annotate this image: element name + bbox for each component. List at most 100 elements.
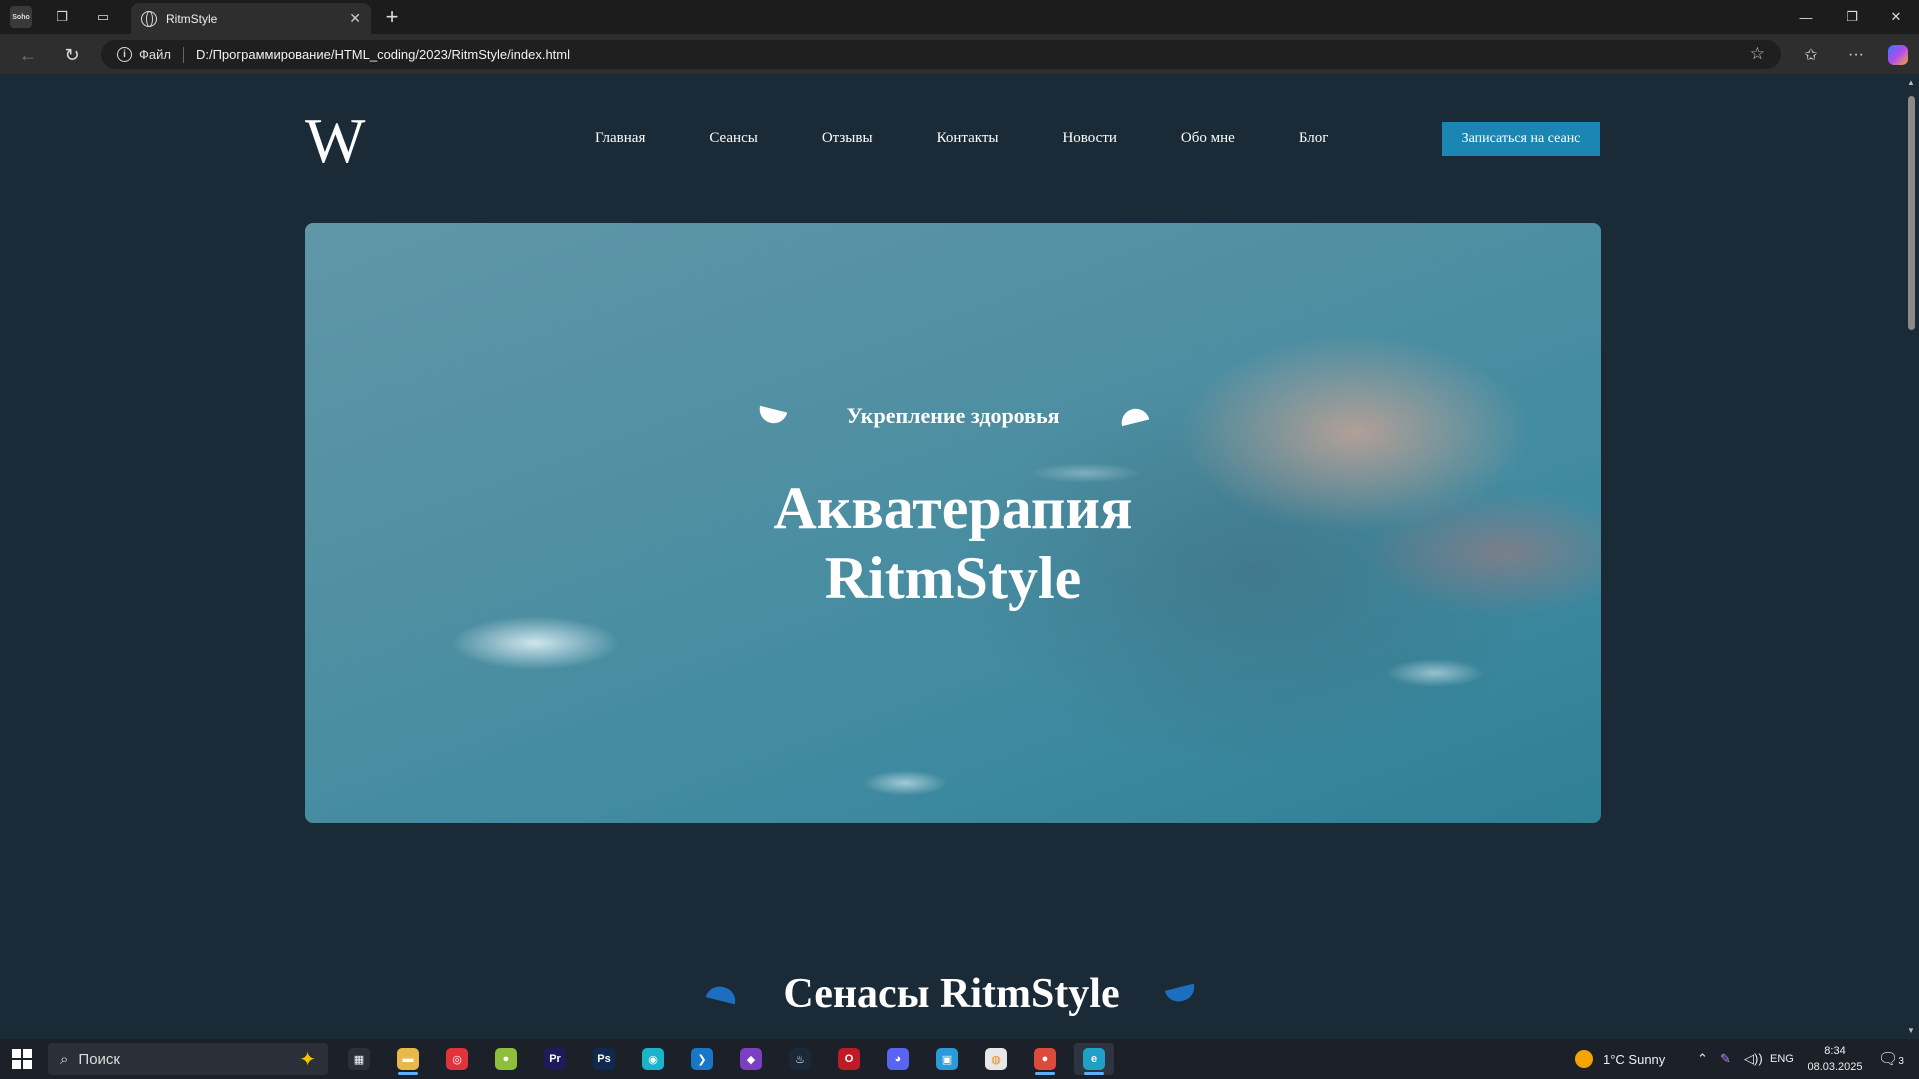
nav-link-about[interactable]: Обо мне xyxy=(1181,130,1235,147)
clock-time: 8:34 xyxy=(1824,1045,1846,1057)
premiere-pro-glyph: Pr xyxy=(544,1048,566,1070)
nav-link-reviews[interactable]: Отзывы xyxy=(822,130,873,147)
more-options-icon[interactable]: ··· xyxy=(1844,43,1868,67)
sun-icon xyxy=(1575,1050,1593,1068)
notification-count: 3 xyxy=(1898,1056,1904,1067)
taskbar-clock[interactable]: 8:34 08.03.2025 xyxy=(1805,1043,1865,1075)
book-session-button[interactable]: Записаться на сеанс xyxy=(1442,122,1600,156)
nav-link-blog[interactable]: Блог xyxy=(1299,130,1329,147)
profile-icon[interactable]: Soho xyxy=(10,6,32,28)
favorites-icon[interactable]: ✩ xyxy=(1799,43,1823,67)
vscode-icon[interactable]: ❯ xyxy=(682,1043,722,1075)
nav-link-home[interactable]: Главная xyxy=(595,130,645,147)
restore-button[interactable]: ❐ xyxy=(1829,0,1875,34)
globe-icon xyxy=(141,10,157,27)
opera-glyph: O xyxy=(838,1048,860,1070)
close-window-button[interactable]: ✕ xyxy=(1873,0,1919,34)
close-tab-icon[interactable]: ✕ xyxy=(349,10,361,27)
photoshop-glyph: Ps xyxy=(593,1048,615,1070)
site-logo[interactable]: W xyxy=(305,109,365,173)
language-indicator[interactable]: ENG xyxy=(1770,1039,1794,1079)
weather-text: 1°C Sunny xyxy=(1603,1051,1666,1067)
address-bar[interactable]: i Файл D:/Программирование/HTML_coding/2… xyxy=(101,40,1781,69)
leaf-decoration-right xyxy=(1164,983,1197,1005)
opera-icon[interactable]: O xyxy=(829,1043,869,1075)
overwatch-icon[interactable]: ◍ xyxy=(976,1043,1016,1075)
hero-subtitle-row: Укрепление здоровья xyxy=(305,403,1601,429)
tennis-app-icon[interactable]: ● xyxy=(486,1043,526,1075)
url-text[interactable]: D:/Программирование/HTML_coding/2023/Rit… xyxy=(196,47,570,62)
app-cyan-glyph: ◉ xyxy=(642,1048,664,1070)
search-placeholder: Поиск xyxy=(78,1050,120,1068)
search-icon: ⌕ xyxy=(60,1050,69,1068)
hero-banner: Укрепление здоровья Акватерапия RitmStyl… xyxy=(305,223,1601,823)
sparkle-icon: ✦ xyxy=(299,1049,316,1071)
collections-icon[interactable]: ❐ xyxy=(51,6,73,28)
taskbar-search[interactable]: ⌕ Поиск ✦ xyxy=(48,1043,328,1075)
task-view-icon[interactable]: ▦ xyxy=(339,1043,379,1075)
nav-link-contacts[interactable]: Контакты xyxy=(937,130,999,147)
nav-link-news[interactable]: Новости xyxy=(1062,130,1116,147)
sessions-section-heading: Сенасы RitmStyle xyxy=(0,970,1903,1018)
scroll-thumb[interactable] xyxy=(1908,96,1915,330)
nav-link-sessions[interactable]: Сеансы xyxy=(709,130,757,147)
premiere-pro-icon[interactable]: Pr xyxy=(535,1043,575,1075)
chrome-icon[interactable]: ● xyxy=(1025,1043,1065,1075)
notifications-icon[interactable]: 🗨3 xyxy=(1878,1049,1904,1069)
tab-ritmstyle[interactable]: RitmStyle ✕ xyxy=(131,3,371,34)
windows-start-icon[interactable] xyxy=(12,1049,32,1069)
clock-date: 08.03.2025 xyxy=(1807,1061,1863,1073)
page-viewport: W Главная Сеансы Отзывы Контакты Новости… xyxy=(0,74,1919,1039)
scroll-down-arrow-icon[interactable]: ▼ xyxy=(1907,1026,1915,1035)
browser-tab-bar: Soho ❐ ▭ RitmStyle ✕ + — ❐ ✕ xyxy=(0,0,1919,34)
app-blue-icon[interactable]: ▣ xyxy=(927,1043,967,1075)
copilot-icon[interactable] xyxy=(1888,45,1908,65)
chrome-glyph: ● xyxy=(1034,1048,1056,1070)
address-separator xyxy=(182,46,184,63)
page-scrollbar[interactable]: ▲ ▼ xyxy=(1903,74,1919,1039)
hero-subtitle: Укрепление здоровья xyxy=(846,403,1060,428)
scroll-up-arrow-icon[interactable]: ▲ xyxy=(1907,78,1915,87)
hero-title: Акватерапия RitmStyle xyxy=(305,473,1601,613)
weather-widget[interactable]: 1°C Sunny xyxy=(1575,1039,1665,1079)
hero-title-line2: RitmStyle xyxy=(824,545,1082,611)
tennis-app-glyph: ● xyxy=(495,1048,517,1070)
reload-icon[interactable]: ↻ xyxy=(60,43,84,67)
main-nav: Главная Сеансы Отзывы Контакты Новости О… xyxy=(595,130,1392,147)
task-view-glyph: ▦ xyxy=(348,1048,370,1070)
file-explorer-glyph: ▬ xyxy=(397,1048,419,1070)
tab-title: RitmStyle xyxy=(166,11,218,26)
minimize-button[interactable]: — xyxy=(1783,0,1829,34)
volume-icon[interactable]: ◁)) xyxy=(1744,1039,1763,1079)
windows-taskbar: ⌕ Поиск ✦ ▦ ▬ ◎ ● Pr Ps ◉ ❯ ◆ ♨ O ◕ ▣ ◍ ● e 1°C Sunny ⌃… xyxy=(0,1039,1919,1079)
section-title: Сенасы RitmStyle xyxy=(783,971,1120,1017)
pen-icon[interactable]: ✎ xyxy=(1720,1039,1731,1079)
address-bar-row: ← ↻ i Файл D:/Программирование/HTML_codi… xyxy=(0,34,1919,74)
leaf-decoration-right xyxy=(1118,405,1149,427)
site-header: W Главная Сеансы Отзывы Контакты Новости… xyxy=(305,109,1600,173)
creative-cloud-icon[interactable]: ◎ xyxy=(437,1043,477,1075)
file-explorer-icon[interactable]: ▬ xyxy=(388,1043,428,1075)
edge-icon[interactable]: e xyxy=(1074,1043,1114,1075)
leaf-decoration-left xyxy=(706,983,739,1005)
tab-actions-icon[interactable]: ▭ xyxy=(92,6,114,28)
steam-glyph: ♨ xyxy=(789,1048,811,1070)
leaf-decoration-left xyxy=(757,405,788,427)
back-arrow-icon[interactable]: ← xyxy=(16,43,40,67)
discord-glyph: ◕ xyxy=(887,1048,909,1070)
overwatch-glyph: ◍ xyxy=(985,1048,1007,1070)
visual-studio-glyph: ◆ xyxy=(740,1048,762,1070)
creative-cloud-glyph: ◎ xyxy=(446,1048,468,1070)
vscode-glyph: ❯ xyxy=(691,1048,713,1070)
photoshop-icon[interactable]: Ps xyxy=(584,1043,624,1075)
steam-icon[interactable]: ♨ xyxy=(780,1043,820,1075)
app-blue-glyph: ▣ xyxy=(936,1048,958,1070)
new-tab-button[interactable]: + xyxy=(381,4,403,29)
favorite-star-icon[interactable]: ☆ xyxy=(1750,44,1765,64)
info-icon[interactable]: i xyxy=(117,47,132,62)
file-label: Файл xyxy=(139,47,171,62)
visual-studio-icon[interactable]: ◆ xyxy=(731,1043,771,1075)
app-cyan-icon[interactable]: ◉ xyxy=(633,1043,673,1075)
discord-icon[interactable]: ◕ xyxy=(878,1043,918,1075)
tray-chevron-icon[interactable]: ⌃ xyxy=(1697,1039,1708,1079)
